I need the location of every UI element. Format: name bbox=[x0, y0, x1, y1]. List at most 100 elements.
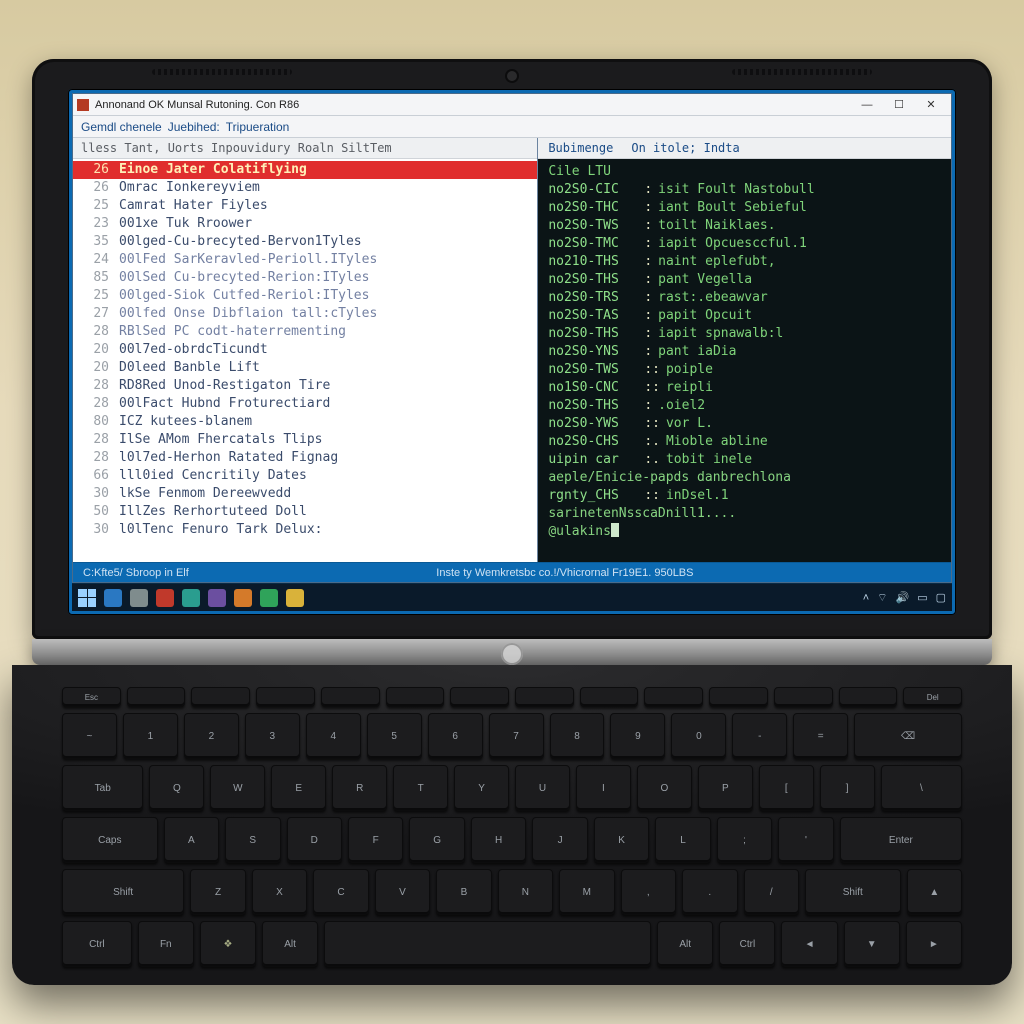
taskbar[interactable]: ˄ ⌔ 🔊 ▭ ▢ bbox=[72, 583, 952, 611]
webcam bbox=[507, 71, 517, 81]
taskbar-icon[interactable] bbox=[260, 589, 278, 607]
speaker-right bbox=[732, 69, 872, 75]
taskbar-icon[interactable] bbox=[234, 589, 252, 607]
line-text: RBlSed PC codt-haterrementing bbox=[119, 323, 346, 341]
tab[interactable]: Bubimenge bbox=[548, 141, 613, 155]
line-num: 20 bbox=[81, 341, 109, 359]
terminal-line: uipin car:.tobit inele bbox=[548, 451, 941, 469]
window-title: Annonand OK Munsal Rutoning. Con R86 bbox=[95, 99, 851, 111]
terminal-output[interactable]: Cile LTUno2S0-CIC:isit Foult Nastobullno… bbox=[538, 159, 951, 562]
line-num: 28 bbox=[81, 431, 109, 449]
list-row[interactable]: 35 00lged-Cu-brecyted-Bervon1Tyles bbox=[73, 233, 537, 251]
line-text: 00lFed SarKeravled-Perioll.ITyles bbox=[119, 251, 377, 269]
wifi-icon[interactable]: ⌔ bbox=[877, 591, 887, 605]
list-row[interactable]: 25Camrat Hater Fiyles bbox=[73, 197, 537, 215]
list-row[interactable]: 26Omrac Ionkereyviem bbox=[73, 179, 537, 197]
line-num: 30 bbox=[81, 485, 109, 503]
right-tabs[interactable]: Bubimenge On itole; Indta bbox=[538, 138, 951, 159]
list-row[interactable]: 2700lfed Onse Dibflaion tall:cTyles bbox=[73, 305, 537, 323]
close-button[interactable]: ✕ bbox=[915, 95, 947, 115]
list-row[interactable]: 28RD8Red Unod-Restigaton Tire bbox=[73, 377, 537, 395]
keyboard[interactable]: EscDel ~1234567890-=⌫ TabQWERTYUIOP[]\ C… bbox=[62, 687, 962, 955]
line-text: 00lSed Cu-brecyted-Rerion:ITyles bbox=[119, 269, 369, 287]
battery-icon[interactable]: ▭ bbox=[917, 591, 927, 604]
screen: Annonand OK Munsal Rutoning. Con R86 — ☐… bbox=[68, 89, 956, 615]
list-row[interactable]: 2000l7ed-obrdcTicundt bbox=[73, 341, 537, 359]
status-center: Inste ty Wemkretsbc co.!/Vhicrornal Fr19… bbox=[436, 567, 693, 579]
list-row[interactable]: 26Einoe Jater Colatiflying bbox=[73, 161, 537, 179]
terminal-line: no2S0-YNS:pant iaDia bbox=[548, 343, 941, 361]
line-text: IllZes Rerhortuteed Doll bbox=[119, 503, 307, 521]
taskbar-icon[interactable] bbox=[130, 589, 148, 607]
laptop: Annonand OK Munsal Rutoning. Con R86 — ☐… bbox=[22, 59, 1002, 985]
system-tray[interactable]: ˄ ⌔ 🔊 ▭ ▢ bbox=[863, 591, 946, 605]
list-row[interactable]: 28IlSe AMom Fhercatals Tlips bbox=[73, 431, 537, 449]
left-list[interactable]: 26Einoe Jater Colatiflying26Omrac Ionker… bbox=[73, 159, 537, 562]
terminal-line: no2S0-CHS:.Mioble abline bbox=[548, 433, 941, 451]
left-columns-header: lless Tant, Uorts Inpouvidury Roaln Silt… bbox=[73, 138, 537, 159]
line-num: 80 bbox=[81, 413, 109, 431]
tray-up-icon[interactable]: ˄ bbox=[863, 592, 869, 604]
speaker-left bbox=[152, 69, 292, 75]
tab[interactable]: On itole; Indta bbox=[631, 141, 739, 155]
line-text: 00lged-Siok Cutfed-Reriol:ITyles bbox=[119, 287, 369, 305]
volume-icon[interactable]: 🔊 bbox=[895, 591, 909, 604]
list-row[interactable]: 23001xe Tuk Rroower bbox=[73, 215, 537, 233]
list-row[interactable]: 28RBlSed PC codt-haterrementing bbox=[73, 323, 537, 341]
list-row[interactable]: 30l0lTenc Fenuro Tark Delux: bbox=[73, 521, 537, 539]
line-num: 27 bbox=[81, 305, 109, 323]
list-row[interactable]: 8500lSed Cu-brecyted-Rerion:ITyles bbox=[73, 269, 537, 287]
menu-item[interactable]: Tripueration bbox=[226, 120, 290, 134]
terminal-header: Cile LTU bbox=[548, 163, 941, 181]
list-row[interactable]: 28 00lFact Hubnd Froturectiard bbox=[73, 395, 537, 413]
terminal-line: no2S0-THS:iapit spnawalb:l bbox=[548, 325, 941, 343]
line-num: 28 bbox=[81, 449, 109, 467]
line-num: 35 bbox=[81, 233, 109, 251]
list-row[interactable]: 2400lFed SarKeravled-Perioll.ITyles bbox=[73, 251, 537, 269]
minimize-button[interactable]: — bbox=[851, 95, 883, 115]
terminal-line: no2S0-THS:pant Vegella bbox=[548, 271, 941, 289]
terminal-line: @ulakins bbox=[548, 523, 941, 541]
titlebar[interactable]: Annonand OK Munsal Rutoning. Con R86 — ☐… bbox=[73, 94, 951, 116]
laptop-logo bbox=[501, 643, 523, 665]
line-text: lll0ied Cencritily Dates bbox=[119, 467, 307, 485]
app-icon bbox=[77, 99, 89, 111]
terminal-line: no2S0-THS:.oiel2 bbox=[548, 397, 941, 415]
line-text: D0leed Banble Lift bbox=[119, 359, 260, 377]
start-button[interactable] bbox=[78, 589, 96, 607]
list-row[interactable]: 66 lll0ied Cencritily Dates bbox=[73, 467, 537, 485]
taskbar-icon[interactable] bbox=[182, 589, 200, 607]
menu-item[interactable]: Juebihed: bbox=[168, 120, 220, 134]
maximize-button[interactable]: ☐ bbox=[883, 95, 915, 115]
taskbar-icon[interactable] bbox=[286, 589, 304, 607]
list-row[interactable]: 28l0l7ed-Herhon Ratated Fignag bbox=[73, 449, 537, 467]
line-num: 66 bbox=[81, 467, 109, 485]
line-text: Einoe Jater Colatiflying bbox=[119, 161, 307, 179]
list-row[interactable]: 30lkSe Fenmom Dereewvedd bbox=[73, 485, 537, 503]
terminal-line: no2S0-THC:iant Boult Sebieful bbox=[548, 199, 941, 217]
terminal-line: no210-THS:naint eplefubt, bbox=[548, 253, 941, 271]
menubar[interactable]: Gemdl chenele Juebihed: Tripueration bbox=[73, 116, 951, 138]
taskbar-icon[interactable] bbox=[208, 589, 226, 607]
line-text: ICZ kutees-blanem bbox=[119, 413, 252, 431]
line-text: 00lFact Hubnd Froturectiard bbox=[119, 395, 330, 413]
list-row[interactable]: 80 ICZ kutees-blanem bbox=[73, 413, 537, 431]
list-row[interactable]: 20D0leed Banble Lift bbox=[73, 359, 537, 377]
notification-icon[interactable]: ▢ bbox=[936, 591, 946, 604]
terminal-line: no2S0-YWS::vor L. bbox=[548, 415, 941, 433]
status-left: C:Kfte5/ Sbroop in Elf bbox=[83, 567, 189, 579]
cursor bbox=[611, 523, 619, 537]
laptop-hinge bbox=[32, 639, 992, 665]
list-row[interactable]: 2500lged-Siok Cutfed-Reriol:ITyles bbox=[73, 287, 537, 305]
right-pane[interactable]: Bubimenge On itole; Indta Cile LTUno2S0-… bbox=[538, 138, 951, 562]
taskbar-icon[interactable] bbox=[104, 589, 122, 607]
left-pane[interactable]: lless Tant, Uorts Inpouvidury Roaln Silt… bbox=[73, 138, 538, 562]
statusbar: C:Kfte5/ Sbroop in Elf Inste ty Wemkrets… bbox=[73, 562, 951, 582]
line-text: Camrat Hater Fiyles bbox=[119, 197, 268, 215]
line-text: 00lged-Cu-brecyted-Bervon1Tyles bbox=[119, 233, 362, 251]
line-num: 28 bbox=[81, 395, 109, 413]
taskbar-icon[interactable] bbox=[156, 589, 174, 607]
list-row[interactable]: 50IllZes Rerhortuteed Doll bbox=[73, 503, 537, 521]
menu-item[interactable]: Gemdl chenele bbox=[81, 120, 162, 134]
line-text: 001xe Tuk Rroower bbox=[119, 215, 252, 233]
